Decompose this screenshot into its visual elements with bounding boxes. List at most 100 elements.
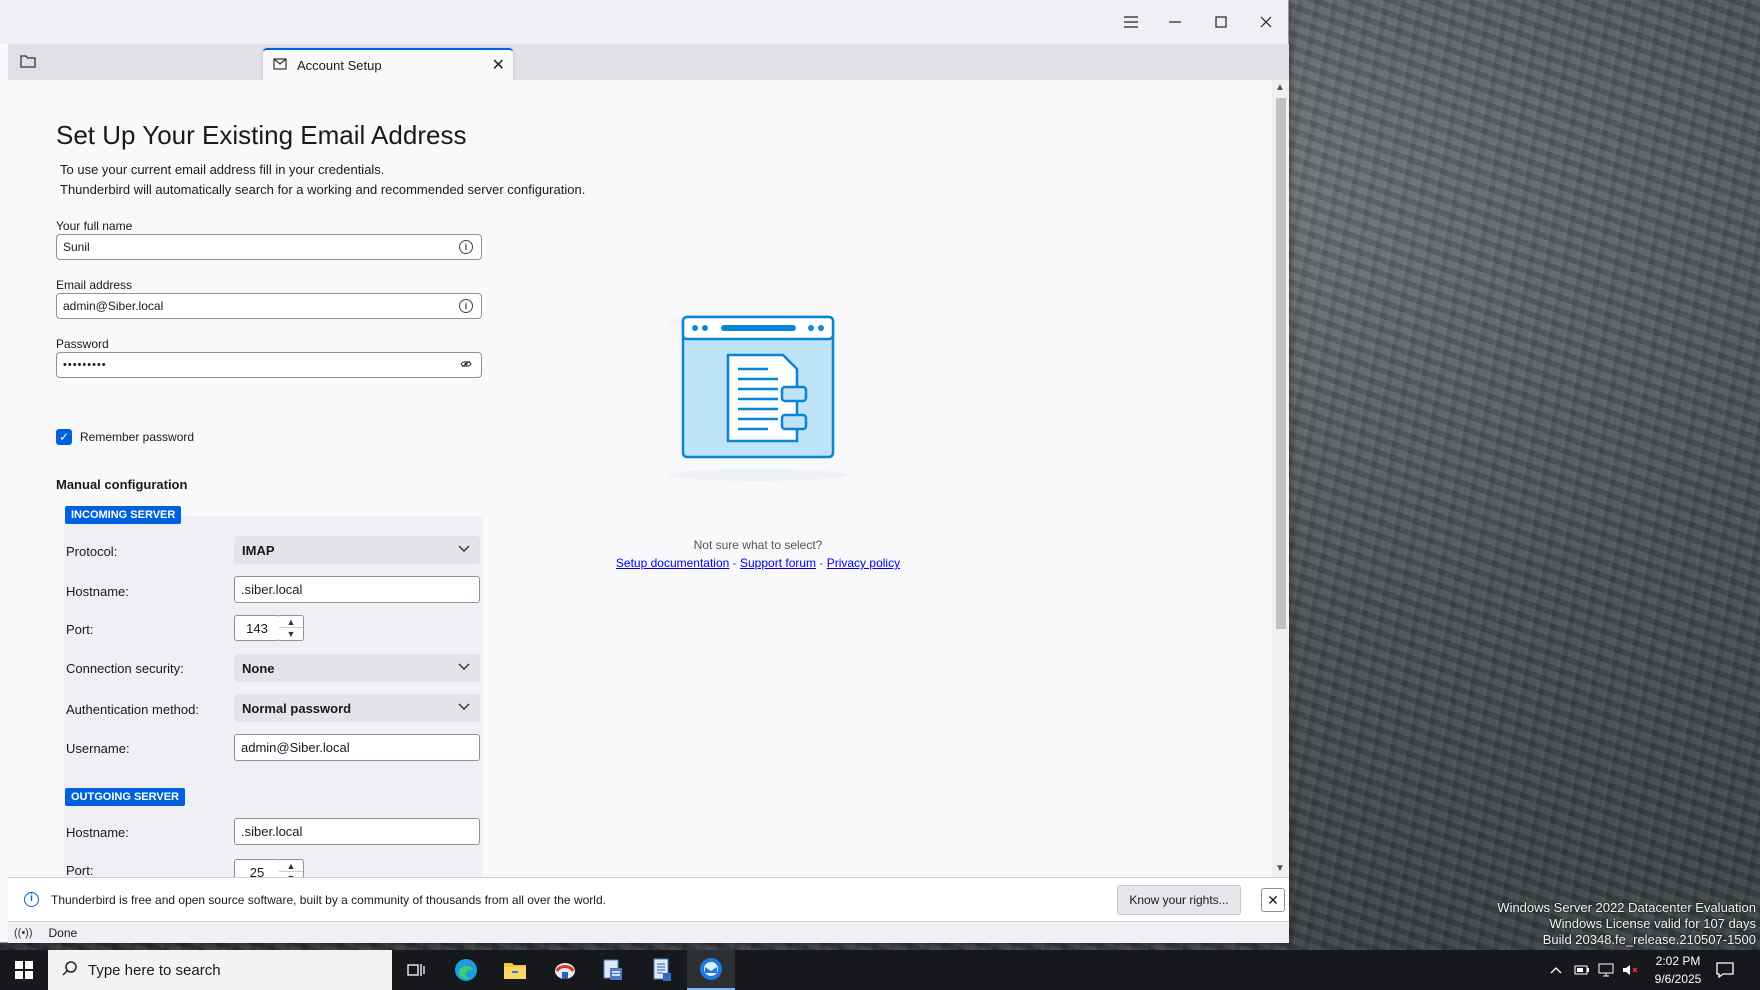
page-title: Set Up Your Existing Email Address (56, 120, 467, 150)
separator: - (816, 556, 827, 570)
auth-value: Normal password (242, 700, 352, 716)
separator: - (729, 556, 740, 570)
setup-documentation-link[interactable]: Setup documentation (616, 556, 729, 570)
volume-muted-icon[interactable] (1622, 950, 1638, 990)
help-question: Not sure what to select? (693, 538, 823, 552)
password-label: Password (56, 337, 109, 351)
outgoing-port-label: Port: (66, 863, 94, 877)
menu-icon[interactable] (1108, 0, 1154, 44)
task-view-icon[interactable] (392, 950, 440, 990)
intro-text: To use your current email address fill i… (60, 160, 585, 200)
taskbar-search-box[interactable]: Type here to search (48, 950, 392, 990)
protocol-select[interactable]: IMAP (234, 536, 480, 564)
password-value: ••••••••• (63, 359, 107, 371)
taskbar: Type here to search 2:02 PM 9/6/2025 (0, 950, 1760, 990)
remember-password-label: Remember password (80, 430, 195, 444)
manual-config-title: Manual configuration (56, 477, 188, 492)
outgoing-port-input[interactable]: 25 (234, 859, 280, 877)
security-select[interactable]: None (234, 654, 480, 682)
outgoing-hostname-input[interactable]: .siber.local (234, 818, 480, 845)
email-value: admin@Siber.local (63, 299, 164, 313)
thunderbird-window: Account Setup ✕ Set Up Your Existing Ema… (0, 0, 1289, 943)
outgoing-port-stepper[interactable]: ▲ ▼ (279, 859, 304, 877)
status-bar: ((•)) Done (8, 921, 1289, 943)
security-value: None (242, 660, 275, 676)
incoming-port-label: Port: (66, 622, 94, 637)
server-manager-icon[interactable] (541, 950, 589, 990)
chevron-up-icon[interactable]: ▲ (279, 860, 303, 872)
password-field[interactable]: ••••••••• (56, 352, 482, 378)
know-your-rights-button[interactable]: Know your rights... (1117, 885, 1241, 915)
network-icon[interactable] (1598, 950, 1614, 990)
clock-date: 9/6/2025 (1654, 972, 1702, 986)
scroll-up-icon[interactable]: ▲ (1275, 82, 1285, 93)
clock-time: 2:02 PM (1655, 954, 1701, 968)
tab-label: Account Setup (297, 57, 382, 73)
username-input[interactable]: admin@Siber.local (234, 734, 480, 761)
vertical-scrollbar[interactable]: ▲ ▼ (1272, 80, 1289, 877)
thunderbird-taskbar-icon[interactable] (687, 950, 735, 990)
close-icon[interactable]: ✕ (1261, 888, 1285, 912)
scroll-down-icon[interactable]: ▼ (1275, 863, 1285, 874)
battery-icon[interactable] (1574, 950, 1590, 990)
notification-center-icon[interactable] (1716, 950, 1734, 990)
maximize-icon[interactable] (1198, 0, 1244, 44)
minimize-icon[interactable] (1152, 0, 1198, 44)
full-name-value: Sunil (63, 240, 90, 254)
scroll-thumb[interactable] (1276, 98, 1286, 629)
incoming-hostname-input[interactable]: .siber.local (234, 576, 480, 603)
chevron-down-icon (458, 660, 470, 674)
help-links: Not sure what to select? Setup documenta… (608, 536, 908, 572)
document-icon[interactable] (638, 950, 686, 990)
windows-watermark: Windows Server 2022 Datacenter Evaluatio… (1497, 900, 1756, 948)
title-bar (0, 0, 1288, 44)
auth-select[interactable]: Normal password (234, 694, 480, 722)
account-setup-content: Set Up Your Existing Email Address To us… (8, 80, 1272, 877)
watermark-line-2: Windows License valid for 107 days (1549, 916, 1756, 931)
incoming-hostname-label: Hostname: (66, 584, 129, 599)
support-forum-link[interactable]: Support forum (740, 556, 816, 570)
watermark-line-3: Build 20348.fe_release.210507-1500 (1542, 932, 1756, 947)
tab-bar: Account Setup ✕ (8, 44, 1289, 80)
tab-account-setup[interactable]: Account Setup ✕ (263, 48, 513, 80)
server-tools-icon[interactable] (589, 950, 637, 990)
intro-line-2: Thunderbird will automatically search fo… (60, 182, 586, 197)
notification-bar: i Thunderbird is free and open source so… (8, 877, 1289, 921)
edge-browser-icon[interactable] (442, 950, 490, 990)
incoming-port-stepper[interactable]: ▲ ▼ (279, 615, 304, 641)
email-field[interactable]: admin@Siber.local i (56, 293, 482, 319)
remember-password-checkbox[interactable]: ✓ Remember password (56, 429, 194, 445)
intro-line-1: To use your current email address fill i… (60, 162, 385, 177)
info-icon[interactable]: i (459, 240, 473, 254)
checkmark-icon[interactable]: ✓ (56, 429, 72, 445)
full-name-field[interactable]: Sunil i (56, 234, 482, 260)
outgoing-server-badge: OUTGOING SERVER (65, 788, 185, 806)
show-hidden-icons[interactable] (1550, 950, 1562, 990)
username-label: Username: (66, 741, 130, 756)
privacy-policy-link[interactable]: Privacy policy (827, 556, 900, 570)
full-name-label: Your full name (56, 219, 133, 233)
chevron-up-icon[interactable]: ▲ (279, 616, 303, 628)
incoming-port-input[interactable]: 143 (234, 615, 280, 641)
account-setup-icon (273, 57, 287, 73)
system-clock[interactable]: 2:02 PM 9/6/2025 (1638, 952, 1718, 988)
windows-start-icon[interactable] (0, 950, 48, 990)
file-explorer-icon[interactable] (491, 950, 539, 990)
search-icon (62, 960, 78, 981)
close-icon[interactable] (1243, 0, 1289, 44)
chevron-down-icon[interactable]: ▼ (279, 628, 303, 640)
info-icon[interactable]: i (459, 299, 473, 313)
eye-icon[interactable] (460, 359, 472, 371)
folder-icon[interactable] (20, 54, 36, 71)
account-setup-illustration (628, 287, 888, 490)
tab-close-icon[interactable]: ✕ (492, 55, 505, 75)
watermark-line-1: Windows Server 2022 Datacenter Evaluatio… (1497, 900, 1756, 915)
search-placeholder: Type here to search (88, 961, 221, 979)
chevron-down-icon (458, 542, 470, 556)
security-label: Connection security: (66, 661, 184, 676)
outgoing-hostname-label: Hostname: (66, 825, 129, 840)
auth-label: Authentication method: (66, 702, 199, 717)
protocol-value: IMAP (242, 542, 275, 558)
chevron-down-icon (458, 700, 470, 714)
email-label: Email address (56, 278, 133, 292)
